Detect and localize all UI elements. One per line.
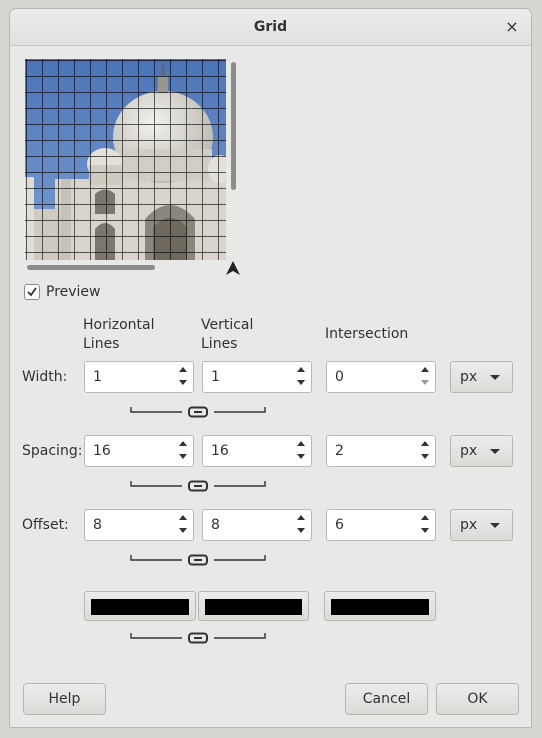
chevron-down-icon (490, 449, 500, 454)
offset-vertical-spinner[interactable]: 8 (202, 509, 312, 541)
offset-horizontal-spinner[interactable]: 8 (84, 509, 194, 541)
increment-icon[interactable] (297, 367, 305, 372)
increment-icon[interactable] (421, 367, 429, 372)
offset-label: Offset: (22, 517, 69, 533)
width-unit-value: px (460, 369, 478, 385)
increment-icon[interactable] (421, 441, 429, 446)
vertical-scroll-thumb[interactable] (231, 62, 236, 190)
vertical-color-button[interactable] (198, 591, 309, 621)
header-vertical-lines: Vertical Lines (201, 316, 253, 354)
preview-image[interactable] (25, 59, 226, 260)
intersection-color-swatch (331, 599, 429, 615)
width-intersection-spinner[interactable]: 0 (326, 361, 436, 393)
dialog-title: Grid (253, 19, 288, 35)
header-horizontal-line2: Lines (83, 336, 120, 352)
help-button[interactable]: Help (23, 683, 106, 715)
offset-chain-link[interactable] (130, 553, 266, 567)
increment-icon[interactable] (421, 515, 429, 520)
chain-icon (130, 406, 266, 418)
close-button[interactable]: × (503, 18, 521, 36)
spacing-unit-dropdown[interactable]: px (450, 435, 513, 467)
spacing-horizontal-value[interactable]: 16 (93, 443, 111, 459)
ok-button[interactable]: OK (436, 683, 519, 715)
offset-unit-dropdown[interactable]: px (450, 509, 513, 541)
horizontal-scroll-thumb[interactable] (27, 265, 155, 270)
decrement-icon[interactable] (421, 528, 429, 533)
title-bar: Grid × (10, 9, 531, 46)
close-icon: × (505, 17, 519, 36)
chain-icon (130, 554, 266, 566)
spacing-intersection-value[interactable]: 2 (335, 443, 344, 459)
decrement-icon[interactable] (179, 380, 187, 385)
preview-toggle[interactable]: Preview (24, 282, 101, 302)
header-intersection: Intersection (325, 326, 409, 342)
width-horizontal-value[interactable]: 1 (93, 369, 102, 385)
offset-intersection-value[interactable]: 6 (335, 517, 344, 533)
horizontal-color-swatch (91, 599, 189, 615)
preview-area (24, 58, 242, 276)
color-chain-link[interactable] (130, 631, 266, 645)
spacing-unit-value: px (460, 443, 478, 459)
increment-icon[interactable] (179, 367, 187, 372)
decrement-icon[interactable] (297, 528, 305, 533)
intersection-color-button[interactable] (324, 591, 436, 621)
header-vertical-line1: Vertical (201, 317, 254, 333)
chevron-down-icon (490, 523, 500, 528)
vertical-color-swatch (205, 599, 302, 615)
offset-vertical-value[interactable]: 8 (211, 517, 220, 533)
header-vertical-line2: Lines (201, 336, 238, 352)
chain-icon (130, 480, 266, 492)
decrement-icon[interactable] (297, 380, 305, 385)
spacing-label: Spacing: (22, 443, 83, 459)
spacing-chain-link[interactable] (130, 479, 266, 493)
offset-unit-value: px (460, 517, 478, 533)
width-label: Width: (22, 369, 68, 385)
offset-horizontal-value[interactable]: 8 (93, 517, 102, 533)
horizontal-color-button[interactable] (84, 591, 196, 621)
grid-dialog: Grid × Preview Horizontal Lines Vertical… (9, 8, 532, 728)
width-vertical-spinner[interactable]: 1 (202, 361, 312, 393)
decrement-icon[interactable] (297, 454, 305, 459)
header-horizontal-line1: Horizontal (83, 317, 155, 333)
decrement-icon (421, 380, 429, 385)
navigate-icon[interactable] (224, 259, 242, 277)
preview-vertical-scrollbar[interactable] (229, 60, 239, 260)
offset-intersection-spinner[interactable]: 6 (326, 509, 436, 541)
spacing-vertical-spinner[interactable]: 16 (202, 435, 312, 467)
spacing-vertical-value[interactable]: 16 (211, 443, 229, 459)
width-chain-link[interactable] (130, 405, 266, 419)
preview-checkbox[interactable] (24, 284, 40, 300)
increment-icon[interactable] (179, 441, 187, 446)
width-intersection-value[interactable]: 0 (335, 369, 344, 385)
spacing-horizontal-spinner[interactable]: 16 (84, 435, 194, 467)
preview-label: Preview (46, 284, 101, 300)
decrement-icon[interactable] (179, 454, 187, 459)
cancel-button[interactable]: Cancel (345, 683, 428, 715)
chain-icon (130, 632, 266, 644)
increment-icon[interactable] (297, 515, 305, 520)
width-vertical-value[interactable]: 1 (211, 369, 220, 385)
preview-horizontal-scrollbar[interactable] (26, 263, 226, 273)
increment-icon[interactable] (297, 441, 305, 446)
width-horizontal-spinner[interactable]: 1 (84, 361, 194, 393)
header-horizontal-lines: Horizontal Lines (83, 316, 154, 354)
width-unit-dropdown[interactable]: px (450, 361, 513, 393)
decrement-icon[interactable] (421, 454, 429, 459)
spacing-intersection-spinner[interactable]: 2 (326, 435, 436, 467)
chevron-down-icon (490, 375, 500, 380)
checkmark-icon (27, 287, 37, 297)
increment-icon[interactable] (179, 515, 187, 520)
decrement-icon[interactable] (179, 528, 187, 533)
